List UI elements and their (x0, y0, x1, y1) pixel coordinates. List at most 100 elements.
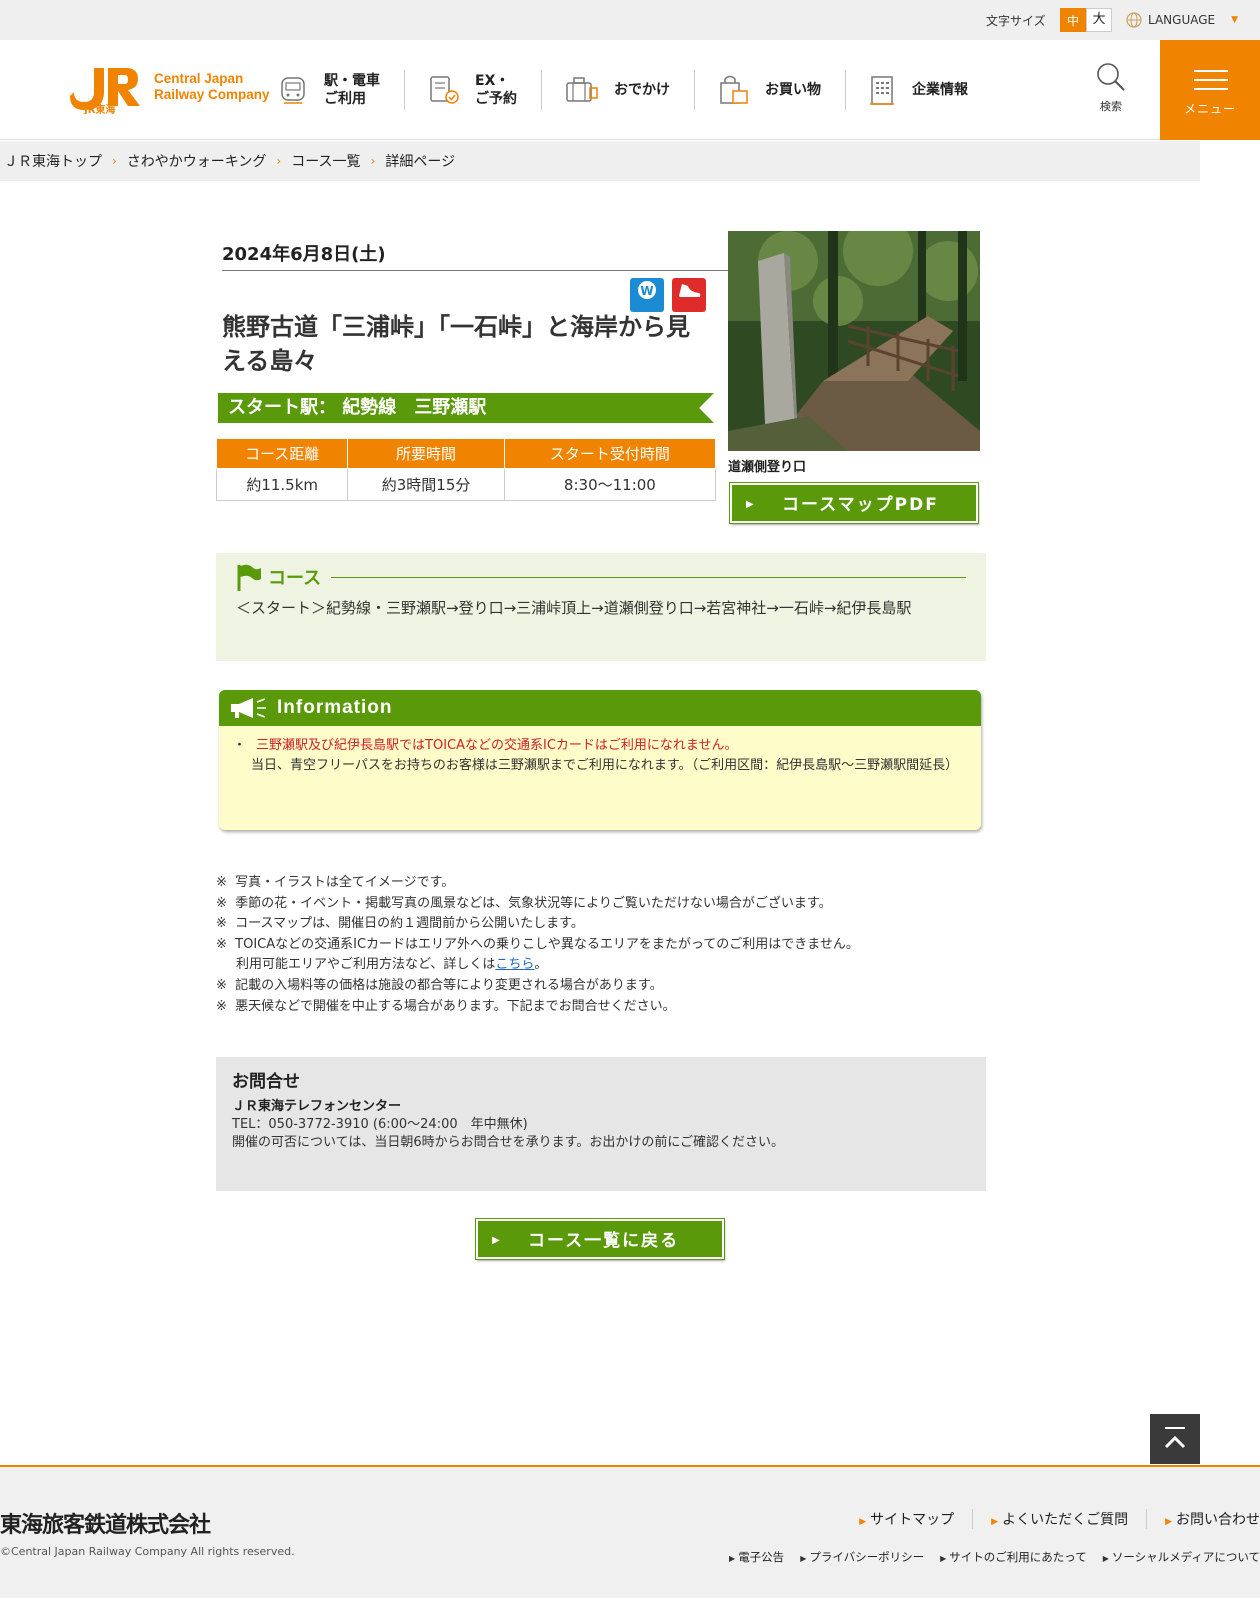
utility-bar: 文字サイズ 中 大 LANGUAGE ▼ (0, 0, 1260, 40)
globe-icon (1126, 12, 1142, 28)
information-alert: ・三野瀬駅及び紀伊長島駅ではTOICAなどの交通系ICカードはご利用になれません… (233, 738, 738, 753)
language-selector[interactable]: LANGUAGE ▼ (1126, 12, 1238, 28)
nav-odekake[interactable]: おでかけ (564, 70, 695, 110)
global-nav: 駅・電車 ご利用 EX・ ご予約 おでかけ お買い物 企業情報 (278, 40, 1014, 140)
nav-label: 企業情報 (912, 82, 968, 98)
footer-link-sitemap[interactable]: ▶ サイトマップ (841, 1509, 974, 1529)
triangle-right-icon: ▶ (746, 499, 756, 510)
logo-text: Central Japan Railway Company (154, 71, 270, 102)
stats-header-reception: スタート受付時間 (503, 438, 717, 469)
start-station-banner: スタート駅： 紀勢線 三野瀬駅 (218, 393, 714, 423)
search-button[interactable]: 検索 (1094, 62, 1128, 114)
course-map-pdf-button[interactable]: ▶ コースマップPDF (729, 482, 979, 524)
footer-link-contact[interactable]: ▶ お問い合わせ (1147, 1509, 1260, 1529)
nav-station-train[interactable]: 駅・電車 ご利用 (278, 70, 405, 110)
nav-label: お買い物 (765, 82, 821, 98)
information-note: 当日、青空フリーパスをお持ちのお客様は三野瀬駅までご利用になれます。（ご利用区間… (251, 758, 959, 773)
svg-text:W: W (640, 284, 653, 298)
site-footer: 東海旅客鉄道株式会社 ©Central Japan Railway Compan… (0, 1465, 1260, 1598)
footer-link-faq[interactable]: ▶ よくいただくご質問 (973, 1509, 1148, 1529)
divider (331, 576, 966, 578)
contact-tel: TEL：050-3772-3910 (6:00～24:00 年中無休) (232, 1117, 528, 1132)
information-section: Information ・三野瀬駅及び紀伊長島駅ではTOICAなどの交通系ICカ… (219, 690, 981, 830)
stats-value-reception: 8:30～11:00 (503, 468, 717, 501)
megaphone-icon (231, 698, 266, 718)
advanced-walker-badge: 健脚向 (672, 278, 735, 312)
footer-link-social[interactable]: ▶ ソーシャルメディアについて (1103, 1549, 1260, 1565)
course-route: ＜スタート＞紀勢線・三野瀬駅→登り口→三浦峠頂上→道瀬側登り口→若宮神社→一石峠… (236, 599, 912, 617)
breadcrumb-item-top[interactable]: ＪＲ東海トップ (4, 151, 102, 171)
jr-central-logo[interactable]: JR東海 Central Japan Railway Company (70, 62, 280, 118)
divider (222, 270, 728, 271)
footer-copyright: ©Central Japan Railway Company All right… (0, 1545, 295, 1558)
footer-link-public-notice[interactable]: ▶ 電子公告 (729, 1549, 784, 1565)
stats-header-distance: コース距離 (215, 438, 349, 469)
course-photo (728, 231, 980, 451)
table-row: コース距離 所要時間 スタート受付時間 (215, 438, 717, 469)
table-row: 約11.5km 約3時間15分 8:30～11:00 (215, 468, 717, 501)
contact-center-name: ＪＲ東海テレフォンセンター (232, 1099, 402, 1114)
hamburger-icon (1194, 70, 1228, 72)
notes-list: ※ 写真・イラストは全てイメージです。 ※ 季節の花・イベント・掲載写真の風景な… (216, 873, 976, 1017)
footer-link-privacy[interactable]: ▶ プライバシーポリシー (800, 1549, 924, 1565)
menu-button[interactable]: メニュー (1160, 40, 1260, 140)
chevron-down-icon: ▼ (1231, 15, 1239, 25)
suitcase-icon (566, 77, 598, 102)
course-heading-label: コース (268, 568, 322, 589)
course-section: コース ＜スタート＞紀勢線・三野瀬駅→登り口→三浦峠頂上→道瀬側登り口→若宮神社… (216, 553, 986, 661)
list-item: ※ コースマップは、開催日の約１週間前から公開いたします。 (216, 916, 584, 932)
back-to-course-list-button[interactable]: ▶ コース一覧に戻る (475, 1218, 725, 1260)
breadcrumb: ＪＲ東海トップ › さわやかウォーキング › コース一覧 › 詳細ページ (0, 141, 1200, 181)
search-label: 検索 (1100, 100, 1122, 113)
font-size-label: 文字サイズ (986, 14, 1046, 28)
breadcrumb-item-course-list[interactable]: コース一覧 (291, 151, 360, 171)
back-button-label: コース一覧に戻る (528, 1231, 680, 1251)
list-item: ※ 記載の入場料等の価格は施設の都合等により変更される場合があります。 (216, 977, 663, 993)
footer-sub-links: ▶ 電子公告 ▶ プライバシーポリシー ▶ サイトのご利用にあたって ▶ ソーシャルメデ… (729, 1549, 1260, 1565)
shoe-icon (679, 284, 701, 297)
stats-header-duration: 所要時間 (347, 438, 505, 469)
nav-ex-reservation[interactable]: EX・ ご予約 (427, 70, 542, 110)
back-to-top-button[interactable] (1150, 1414, 1200, 1464)
triangle-right-icon: ▶ (492, 1235, 502, 1246)
photo-caption: 道瀬側登り口 (728, 460, 807, 475)
breadcrumb-item-current: 詳細ページ (385, 154, 456, 170)
font-size-medium-button[interactable]: 中 (1060, 8, 1086, 32)
jr-logo-mark: JR東海 (70, 68, 140, 114)
contact-note: 開催の可否については、当日朝6時からお問合せを承ります。お出かけの前にご確認くだ… (232, 1135, 785, 1150)
reservation-icon (430, 76, 459, 104)
menu-label: メニュー (1183, 102, 1236, 116)
contact-title: お問合せ (232, 1072, 300, 1092)
site-header: JR東海 Central Japan Railway Company 駅・電車 … (0, 40, 1260, 140)
building-icon (870, 76, 894, 105)
nav-corporate[interactable]: 企業情報 (868, 70, 992, 110)
chevron-right-icon: › (370, 154, 376, 168)
stats-value-distance: 約11.5km (215, 468, 349, 501)
hamburger-icon-bar (1194, 79, 1228, 81)
stats-value-duration: 約3時間15分 (347, 468, 505, 501)
font-size-large-button[interactable]: 大 (1086, 8, 1112, 32)
chevron-up-icon (1164, 1427, 1186, 1449)
course-stats-table: コース距離 所要時間 スタート受付時間 約11.5km 約3時間15分 8:30… (215, 438, 717, 501)
course-heading: コース (236, 563, 966, 591)
footer-link-terms[interactable]: ▶ サイトのご利用にあたって (940, 1549, 1087, 1565)
flag-icon (237, 564, 261, 591)
search-icon (1097, 63, 1125, 91)
footer-main-links: ▶ サイトマップ ▶ よくいただくご質問 ▶ お問い合わせ (841, 1509, 1260, 1529)
nav-label: おでかけ (614, 82, 670, 98)
nav-shopping[interactable]: お買い物 (717, 70, 846, 110)
pdf-button-label: コースマップPDF (782, 495, 939, 515)
train-icon (281, 77, 305, 104)
chevron-right-icon: › (112, 154, 117, 168)
shopping-bag-icon (720, 75, 748, 104)
forest-trail-image (728, 231, 980, 451)
chevron-right-icon: › (276, 154, 282, 168)
information-body: ・三野瀬駅及び紀伊長島駅ではTOICAなどの交通系ICカードはご利用になれません… (219, 726, 981, 786)
ic-card-details-link[interactable]: こちら (495, 957, 534, 972)
language-label: LANGUAGE (1148, 13, 1216, 27)
nav-label: EX・ ご予約 (475, 73, 517, 107)
w-point-badge: W Wポイント (630, 278, 697, 312)
list-item: ※ 写真・イラストは全てイメージです。 (216, 875, 455, 890)
breadcrumb-item-walking[interactable]: さわやかウォーキング (127, 151, 267, 171)
list-item: ※ TOICAなどの交通系ICカードはエリア外への乗りこしや異なるエリアをまたが… (216, 936, 859, 973)
